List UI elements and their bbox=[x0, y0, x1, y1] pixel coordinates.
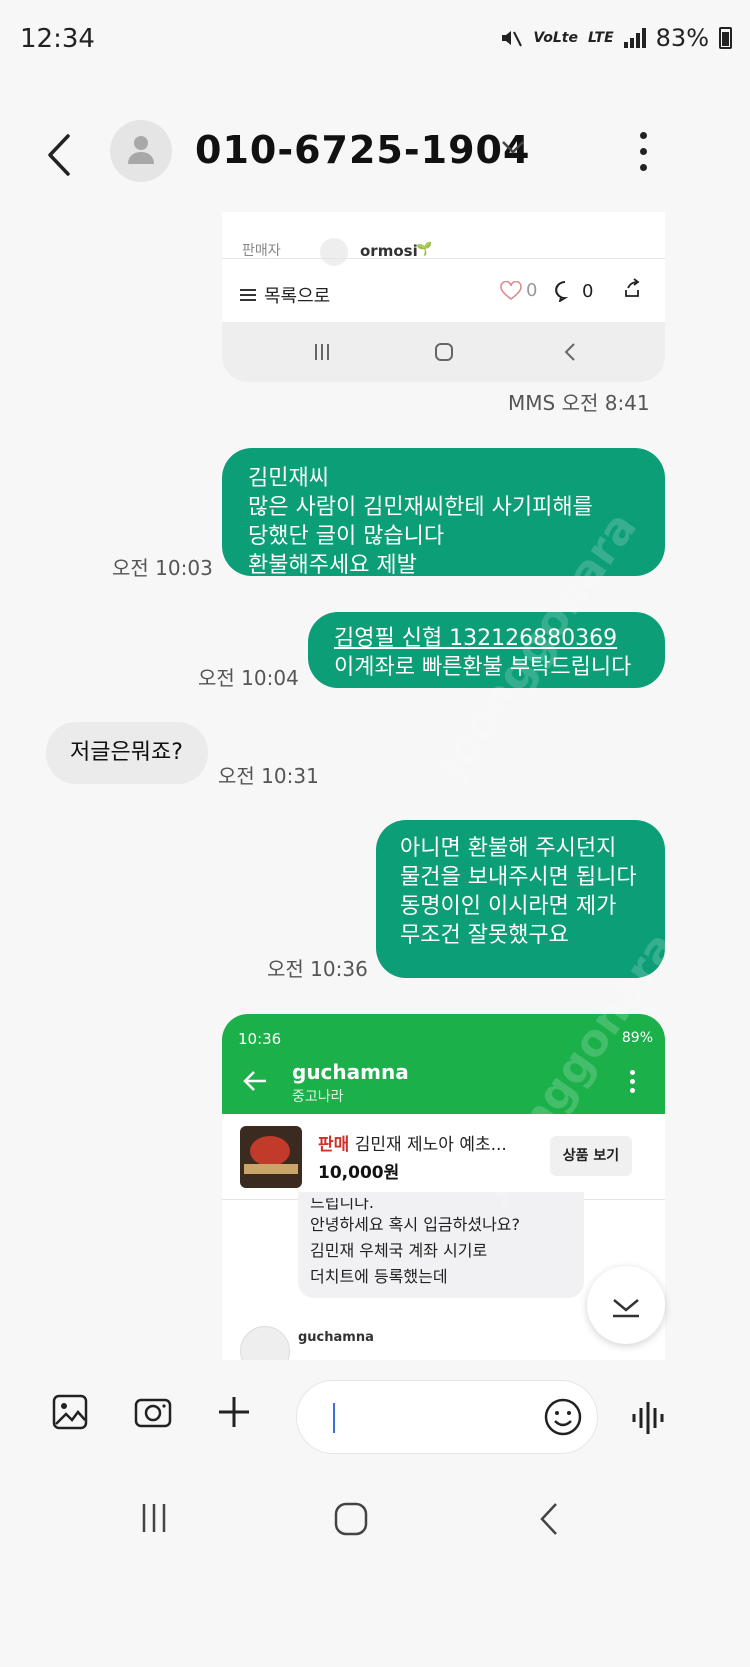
camera-icon[interactable] bbox=[134, 1394, 172, 1430]
contact-avatar[interactable] bbox=[110, 120, 172, 182]
volte-indicator: VoLte bbox=[533, 30, 578, 46]
conversation-header: 010-6725-1904 bbox=[0, 100, 750, 210]
message-line: 많은 사람이 김민재씨한테 사기피해를 bbox=[248, 495, 593, 520]
share-icon bbox=[625, 278, 640, 297]
sender-avatar bbox=[240, 1326, 290, 1360]
message-timestamp: 오전 10:04 bbox=[198, 666, 299, 690]
product-price: 10,000원 bbox=[318, 1163, 400, 1183]
voice-input-icon[interactable] bbox=[630, 1400, 670, 1436]
composer-bar bbox=[0, 1370, 750, 1470]
message-line: 드립니다. bbox=[310, 1198, 374, 1212]
view-product-button: 상품 보기 bbox=[550, 1136, 632, 1176]
comment-count-value: 0 bbox=[582, 280, 594, 302]
more-options-icon[interactable] bbox=[640, 132, 650, 180]
message-line[interactable]: 김영필 신협 132126880369 bbox=[334, 624, 639, 653]
chevron-down-icon[interactable] bbox=[500, 138, 526, 156]
like-count: 0 bbox=[500, 280, 537, 301]
home-icon[interactable] bbox=[334, 1502, 368, 1536]
status-bar: 12:34 VoLte LTE 83% bbox=[0, 0, 750, 80]
lte-indicator: LTE bbox=[587, 30, 614, 46]
arrow-left-icon bbox=[243, 1071, 266, 1091]
back-nav-icon[interactable] bbox=[538, 1502, 560, 1536]
message-line: 저글은뭐죠? bbox=[70, 740, 183, 765]
embedded-message: 드립니다. 안녕하세요 혹시 입금하셨나요? 김민재 우체국 계좌 시기로 더치… bbox=[298, 1192, 584, 1298]
sender-name: guchamna bbox=[298, 1330, 374, 1345]
back-to-list: 목록으로 bbox=[240, 282, 330, 308]
message-timestamp: 오전 10:03 bbox=[112, 556, 213, 580]
message-line: 물건을 보내주시면 됩니다 bbox=[400, 865, 637, 890]
seller-label: 판매자 bbox=[242, 243, 281, 259]
message-line: 김민재씨 bbox=[248, 466, 329, 491]
contact-phone-number[interactable]: 010-6725-1904 bbox=[195, 128, 530, 172]
embedded-chat-name: guchamna bbox=[292, 1060, 409, 1084]
battery-percent: 83% bbox=[655, 24, 709, 52]
gallery-icon[interactable] bbox=[52, 1394, 88, 1430]
message-line: 환불해주세요 제발 bbox=[248, 553, 417, 578]
message-timestamp: 오전 10:31 bbox=[218, 764, 319, 788]
message-timestamp: 오전 10:36 bbox=[267, 957, 368, 981]
system-nav-bar bbox=[0, 1490, 750, 1560]
status-icons: VoLte LTE 83% bbox=[499, 24, 732, 52]
scroll-to-bottom-button[interactable] bbox=[587, 1266, 665, 1344]
sprout-icon: 🌱 bbox=[416, 242, 433, 257]
mms-image-screenshot[interactable]: 판매자 ormosi 🌱 목록으로 0 0 bbox=[222, 212, 665, 382]
product-tag: 판매 bbox=[318, 1135, 350, 1155]
comment-count: 0 bbox=[554, 280, 593, 302]
embedded-battery: 89% bbox=[621, 1030, 653, 1046]
battery-icon bbox=[719, 27, 732, 49]
more-options-icon bbox=[630, 1070, 635, 1097]
menu-icon bbox=[240, 286, 256, 304]
post-toolbar: 목록으로 0 0 bbox=[222, 260, 665, 322]
message-line: 당했단 글이 많습니다 bbox=[248, 524, 445, 549]
embedded-time: 10:36 bbox=[238, 1030, 282, 1048]
message-line: 더치트에 등록했는데 bbox=[310, 1267, 448, 1286]
message-line: 아니면 환불해 주시던지 bbox=[400, 836, 617, 861]
message-line: 동명이인 이시라면 제가 bbox=[400, 894, 617, 919]
product-card: 판매 김민재 제노아 예초... 10,000원 상품 보기 bbox=[222, 1114, 665, 1200]
text-cursor bbox=[333, 1403, 335, 1433]
message-line: 무조건 잘못했구요 bbox=[400, 923, 569, 948]
comment-icon bbox=[555, 281, 569, 302]
plus-icon[interactable] bbox=[216, 1394, 252, 1430]
message-input[interactable] bbox=[296, 1380, 598, 1454]
message-timestamp: MMS 오전 8:41 bbox=[508, 391, 650, 415]
mute-icon bbox=[502, 31, 523, 47]
like-count-value: 0 bbox=[526, 280, 538, 301]
recents-icon[interactable] bbox=[138, 1502, 170, 1534]
embedded-chat-header: 10:36 89% guchamna 중고나라 bbox=[222, 1014, 665, 1114]
signal-icon bbox=[623, 28, 646, 48]
message-line: 안녕하세요 혹시 입금하셨나요? bbox=[310, 1215, 521, 1234]
divider bbox=[222, 258, 665, 259]
message-line: 김민재 우체국 계좌 시기로 bbox=[310, 1241, 488, 1260]
product-title: 판매 김민재 제노아 예초... bbox=[318, 1130, 507, 1155]
heart-icon bbox=[500, 280, 522, 300]
recents-icon bbox=[315, 344, 329, 360]
person-icon bbox=[128, 136, 154, 164]
outgoing-message[interactable]: 김영필 신협 132126880369 이계좌로 빠른환불 부탁드립니다 bbox=[308, 612, 665, 688]
back-icon[interactable] bbox=[40, 130, 80, 180]
incoming-message[interactable]: 저글은뭐죠? bbox=[46, 722, 208, 784]
product-thumbnail bbox=[240, 1126, 302, 1188]
home-icon bbox=[435, 343, 453, 361]
outgoing-message[interactable]: 아니면 환불해 주시던지 물건을 보내주시면 됩니다 동명이인 이시라면 제가 … bbox=[376, 820, 665, 978]
product-title-text: 김민재 제노아 예초... bbox=[354, 1135, 507, 1155]
embedded-app-name: 중고나라 bbox=[292, 1089, 344, 1105]
message-line: 이계좌로 빠른환불 부탁드립니다 bbox=[334, 655, 632, 680]
status-time: 12:34 bbox=[20, 24, 95, 54]
emoji-icon[interactable] bbox=[543, 1397, 583, 1437]
outgoing-message[interactable]: 김민재씨 많은 사람이 김민재씨한테 사기피해를 당했단 글이 많습니다 환불해… bbox=[222, 448, 665, 578]
back-nav-icon bbox=[564, 343, 575, 361]
list-label: 목록으로 bbox=[264, 286, 331, 307]
embedded-nav-bar bbox=[222, 322, 665, 382]
chevron-down-icon bbox=[613, 1299, 639, 1318]
